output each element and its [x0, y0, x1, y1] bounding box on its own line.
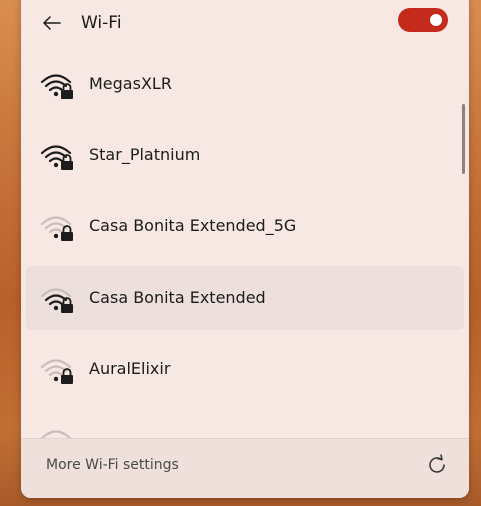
wifi-secured-weak-icon [40, 216, 73, 241]
network-name: Casa Bonita Extended [89, 288, 266, 307]
network-item-casa-bonita-extended-5g[interactable]: Casa Bonita Extended_5G [26, 194, 464, 258]
back-arrow-icon [43, 16, 61, 30]
network-item-star-platnium[interactable]: Star_Platnium [26, 123, 464, 187]
wifi-secured-weak-icon [40, 359, 73, 384]
wifi-secured-strong-icon [40, 145, 73, 170]
network-name: AuralElixir [89, 359, 171, 378]
wifi-toggle[interactable] [398, 8, 448, 32]
network-name: MegasXLR [89, 74, 172, 93]
refresh-icon[interactable] [425, 453, 449, 477]
wifi-panel: Wi-Fi MegasXLR Star_Platnium Casa Bonita… [21, 0, 469, 498]
wifi-secured-medium-icon [40, 288, 73, 313]
footer: More Wi-Fi settings [21, 438, 469, 498]
network-name: Casa Bonita Extended_5G [89, 216, 297, 235]
network-item-casa-bonita-extended[interactable]: Casa Bonita Extended [26, 266, 464, 330]
network-item-megasxlr[interactable]: MegasXLR [26, 52, 464, 116]
page-title: Wi-Fi [81, 13, 122, 33]
toggle-knob [430, 14, 442, 26]
scrollbar[interactable] [462, 104, 465, 174]
network-name: Star_Platnium [89, 145, 201, 164]
back-button[interactable] [39, 10, 65, 36]
more-wifi-settings-link[interactable]: More Wi-Fi settings [46, 439, 179, 491]
network-item-auralelixir[interactable]: AuralElixir [26, 337, 464, 401]
wifi-header: Wi-Fi [21, 0, 469, 56]
wifi-secured-strong-icon [40, 74, 73, 99]
